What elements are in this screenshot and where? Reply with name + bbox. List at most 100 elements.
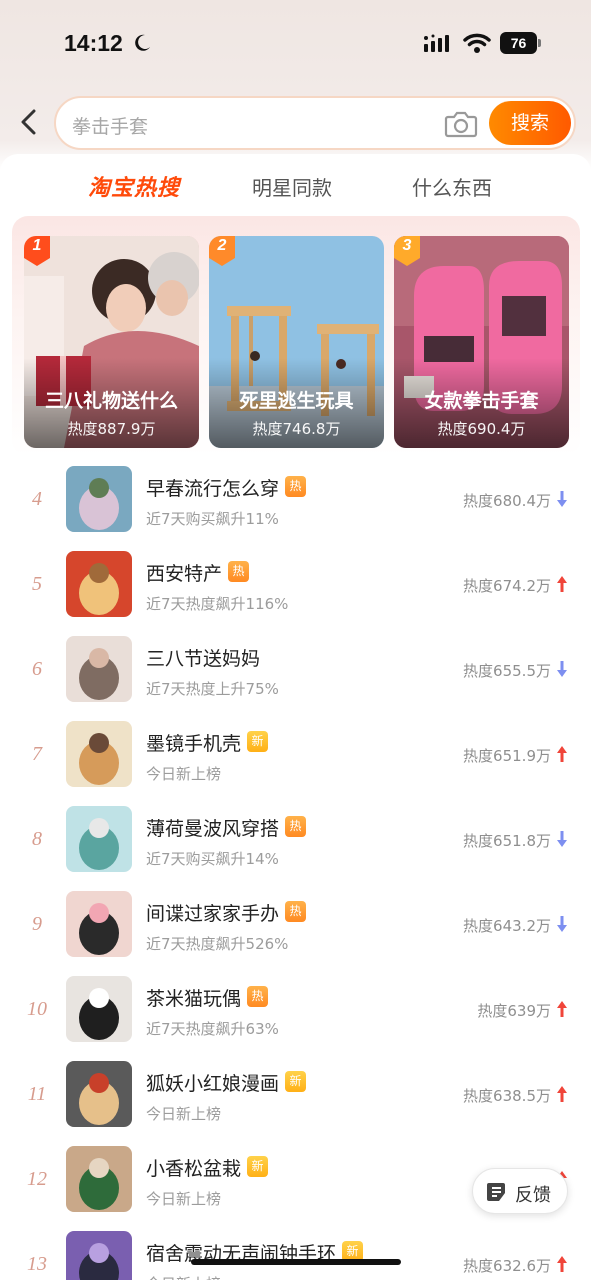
status-bar: 14:12 76	[0, 0, 591, 90]
item-heat: 热度639万	[477, 1000, 551, 1021]
rank-badge: 3	[394, 237, 420, 255]
battery-indicator: 76	[500, 32, 542, 54]
list-item[interactable]: 4 早春流行怎么穿热近7天购买飙升11% 热度680.4万	[0, 466, 591, 551]
wifi-icon	[463, 32, 491, 54]
signal-icon	[424, 34, 454, 52]
home-indicator	[191, 1259, 401, 1265]
hot-badge: 热	[285, 816, 306, 837]
rank-number: 6	[22, 658, 52, 681]
new-badge: 新	[285, 1071, 306, 1092]
item-thumbnail	[66, 721, 132, 787]
trend-down-icon	[556, 490, 568, 508]
item-title: 狐妖小红娘漫画	[146, 1069, 279, 1096]
list-item[interactable]: 6 三八节送妈妈近7天热度上升75% 热度655.5万	[0, 636, 591, 721]
rank-number: 9	[22, 913, 52, 936]
item-subtitle: 近7天热度飙升116%	[146, 593, 288, 614]
trend-down-icon	[556, 915, 568, 933]
feedback-label: 反馈	[515, 1181, 551, 1207]
search-input[interactable]: 拳击手套	[72, 112, 148, 139]
trend-down-icon	[556, 660, 568, 678]
list-item[interactable]: 8 薄荷曼波风穿搭热近7天购买飙升14% 热度651.8万	[0, 806, 591, 891]
tab-what-is-it[interactable]: 什么东西	[412, 172, 492, 201]
item-thumbnail	[66, 1061, 132, 1127]
item-title: 薄荷曼波风穿搭	[146, 814, 279, 841]
item-subtitle: 近7天热度上升75%	[146, 678, 279, 699]
item-title: 墨镜手机壳	[146, 729, 241, 756]
item-subtitle: 近7天热度飙升526%	[146, 933, 288, 954]
item-subtitle: 今日新上榜	[146, 1188, 221, 1209]
top-item-heat: 热度746.8万	[209, 418, 384, 439]
trend-up-icon	[556, 575, 568, 593]
item-thumbnail	[66, 1146, 132, 1212]
item-heat: 热度632.6万	[463, 1255, 551, 1276]
trend-up-icon	[556, 1000, 568, 1018]
rank-badge: 1	[24, 237, 50, 255]
item-title: 早春流行怎么穿	[146, 474, 279, 501]
top-item-3[interactable]: 3 女款拳击手套 热度690.4万	[394, 236, 569, 448]
list-item[interactable]: 7 墨镜手机壳新今日新上榜 热度651.9万	[0, 721, 591, 806]
item-heat: 热度651.8万	[463, 830, 551, 851]
item-subtitle: 今日新上榜	[146, 763, 221, 784]
tab-bar: 淘宝热搜 明星同款 什么东西	[0, 170, 591, 210]
trend-up-icon	[556, 745, 568, 763]
rank-number: 8	[22, 828, 52, 851]
back-arrow-icon[interactable]	[18, 108, 40, 136]
item-heat: 热度651.9万	[463, 745, 551, 766]
rank-number: 4	[22, 488, 52, 511]
top-item-title: 死里逃生玩具	[209, 386, 384, 413]
item-title: 西安特产	[146, 559, 222, 586]
rank-number: 5	[22, 573, 52, 596]
item-thumbnail	[66, 976, 132, 1042]
search-bar[interactable]: 拳击手套 搜索	[54, 96, 576, 150]
trend-up-icon	[556, 1085, 568, 1103]
feedback-button[interactable]: 反馈	[472, 1168, 568, 1214]
hot-badge: 热	[228, 561, 249, 582]
item-title: 三八节送妈妈	[146, 644, 260, 671]
hot-badge: 热	[285, 476, 306, 497]
item-title: 间谍过家家手办	[146, 899, 279, 926]
item-heat: 热度643.2万	[463, 915, 551, 936]
tab-taobao-hot[interactable]: 淘宝热搜	[88, 170, 180, 202]
tab-celebrity-same[interactable]: 明星同款	[252, 172, 332, 201]
item-thumbnail	[66, 636, 132, 702]
rank-number: 11	[22, 1083, 52, 1106]
rank-number: 10	[22, 998, 52, 1021]
item-thumbnail	[66, 466, 132, 532]
rank-number: 13	[22, 1253, 52, 1276]
trend-up-icon	[556, 1255, 568, 1273]
top-item-heat: 热度887.9万	[24, 418, 199, 439]
list-item[interactable]: 10 茶米猫玩偶热近7天热度飙升63% 热度639万	[0, 976, 591, 1061]
trend-down-icon	[556, 830, 568, 848]
new-badge: 新	[247, 1156, 268, 1177]
item-subtitle: 近7天购买飙升14%	[146, 848, 279, 869]
search-button[interactable]: 搜索	[489, 101, 571, 145]
item-subtitle: 今日新上榜	[146, 1273, 221, 1280]
new-badge: 新	[247, 731, 268, 752]
list-item[interactable]: 13宿舍震动无声闹钟手环新今日新上榜热度632.6万	[0, 1231, 591, 1280]
item-heat: 热度680.4万	[463, 490, 551, 511]
item-heat: 热度674.2万	[463, 575, 551, 596]
moon-icon	[132, 33, 152, 53]
item-heat: 热度655.5万	[463, 660, 551, 681]
hot-badge: 热	[247, 986, 268, 1007]
list-item[interactable]: 9间谍过家家手办热近7天热度飙升526%热度643.2万	[0, 891, 591, 976]
item-thumbnail	[66, 806, 132, 872]
item-title: 小香松盆栽	[146, 1154, 241, 1181]
item-subtitle: 近7天热度飙升63%	[146, 1018, 279, 1039]
feedback-icon	[487, 1181, 507, 1203]
battery-level: 76	[500, 32, 537, 54]
top-item-2[interactable]: 2 死里逃生玩具 热度746.8万	[209, 236, 384, 448]
item-thumbnail	[66, 551, 132, 617]
item-thumbnail	[66, 1231, 132, 1280]
rank-number: 7	[22, 743, 52, 766]
top-item-heat: 热度690.4万	[394, 418, 569, 439]
item-heat: 热度638.5万	[463, 1085, 551, 1106]
item-title: 茶米猫玩偶	[146, 984, 241, 1011]
camera-icon[interactable]	[444, 110, 478, 138]
top-item-title: 女款拳击手套	[394, 386, 569, 413]
item-thumbnail	[66, 891, 132, 957]
top-item-1[interactable]: 1 三八礼物送什么 热度887.9万	[24, 236, 199, 448]
item-subtitle: 近7天购买飙升11%	[146, 508, 279, 529]
list-item[interactable]: 5 西安特产热近7天热度飙升116% 热度674.2万	[0, 551, 591, 636]
list-item[interactable]: 11狐妖小红娘漫画新今日新上榜热度638.5万	[0, 1061, 591, 1146]
